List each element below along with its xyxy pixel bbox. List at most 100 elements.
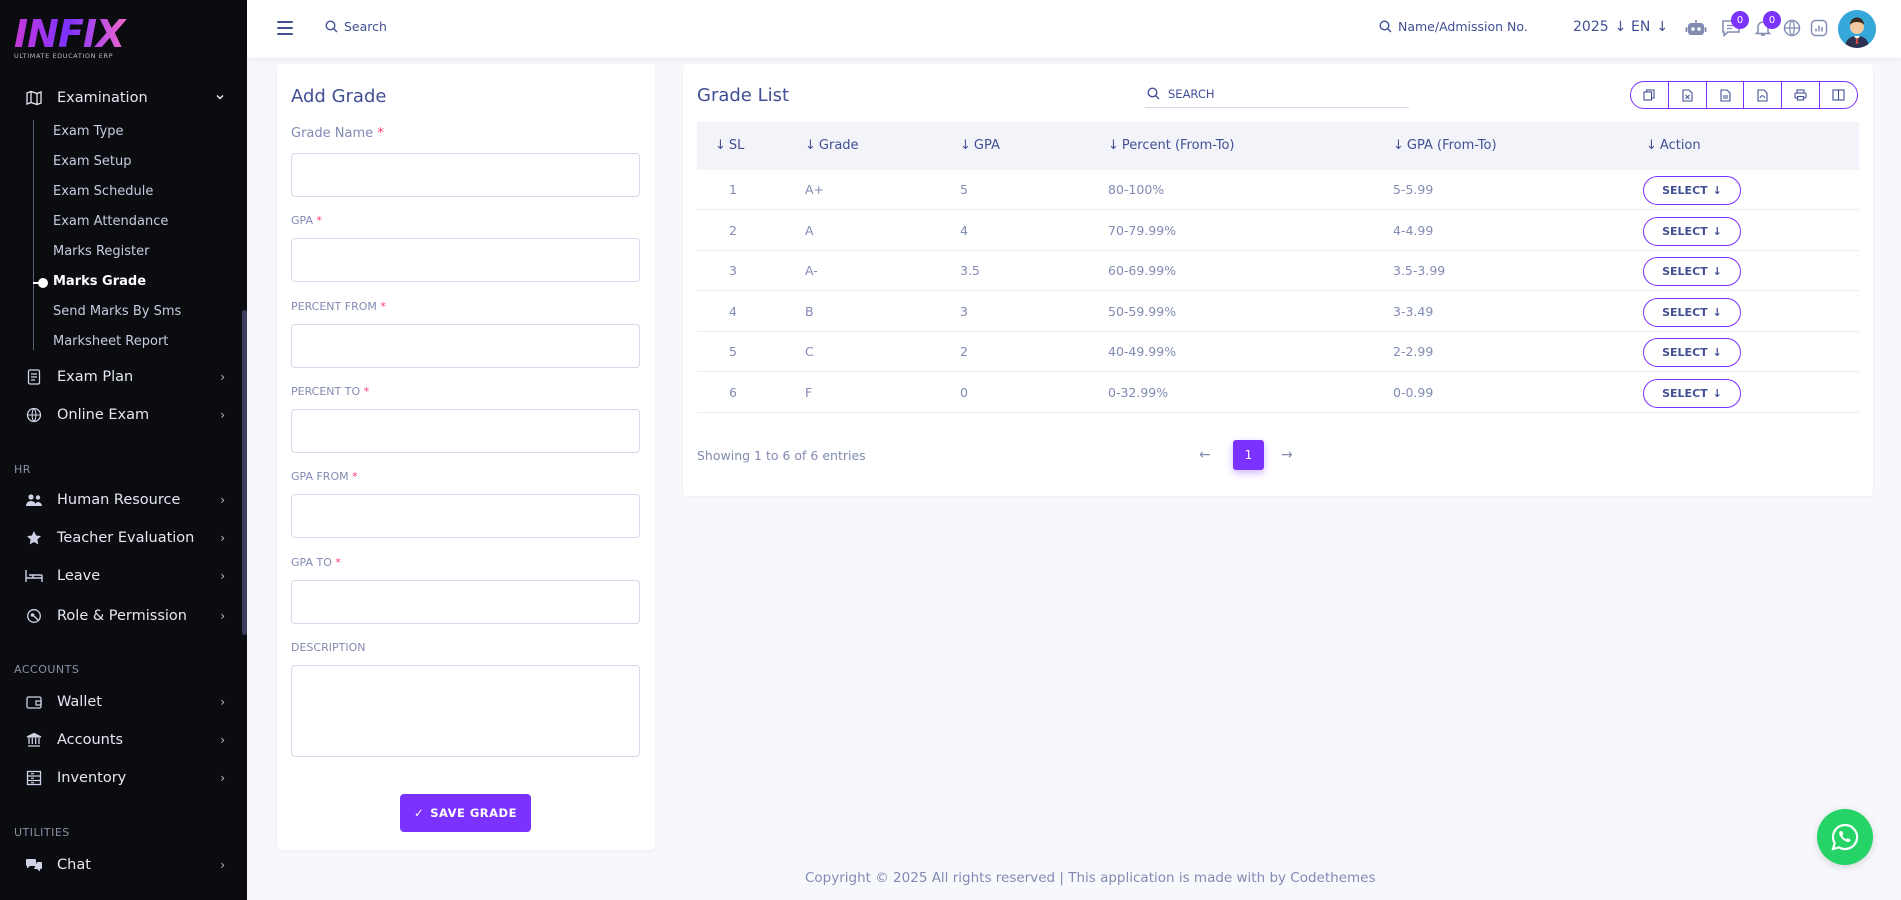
next-page-arrow-icon[interactable]: → bbox=[1281, 447, 1293, 463]
whatsapp-icon[interactable] bbox=[1817, 809, 1873, 865]
sidebar-item-examination[interactable]: Examination bbox=[0, 83, 247, 113]
table-row: 1 A+ 5 80-100% 5-5.99 SELECT ↓ bbox=[697, 170, 1859, 210]
sidebar-scrollbar[interactable] bbox=[242, 310, 247, 635]
sidebar-item-leave[interactable]: Leave › bbox=[0, 561, 247, 591]
cell-sl: 2 bbox=[729, 222, 737, 238]
app-logo[interactable]: INFIX ULTIMATE EDUCATION ERP bbox=[14, 14, 134, 66]
sidebar: INFIX ULTIMATE EDUCATION ERP Examination… bbox=[0, 0, 247, 900]
column-header-label: GPA (From-To) bbox=[1406, 138, 1497, 153]
column-header-label: Percent (From-To) bbox=[1121, 138, 1235, 153]
sidebar-item-online-exam[interactable]: Online Exam › bbox=[0, 400, 247, 430]
description-textarea[interactable] bbox=[291, 665, 640, 757]
sidebar-subitem-exam-schedule[interactable]: Exam Schedule bbox=[53, 184, 153, 199]
grade-list-card: Grade List SEARCH ↓ SL ↓ Grade ↓ GPA ↓ Perce… bbox=[683, 64, 1873, 496]
description-label: DESCRIPTION bbox=[291, 641, 366, 654]
required-mark: * bbox=[335, 556, 341, 569]
pdf-file-icon[interactable] bbox=[1744, 82, 1783, 108]
required-mark: * bbox=[363, 385, 370, 398]
cell-percent: 0-32.99% bbox=[1108, 384, 1169, 400]
select-action-label: SELECT bbox=[1662, 305, 1708, 319]
sidebar-subitem-marks-register[interactable]: Marks Register bbox=[53, 244, 149, 259]
save-grade-label: SAVE GRADE bbox=[430, 806, 517, 820]
excel-file-icon[interactable] bbox=[1669, 82, 1707, 108]
export-toolbar bbox=[1630, 81, 1858, 109]
robot-icon[interactable] bbox=[1685, 17, 1707, 39]
user-avatar[interactable] bbox=[1838, 10, 1876, 48]
grade-name-input[interactable] bbox=[291, 153, 640, 197]
csv-file-icon[interactable] bbox=[1707, 82, 1745, 108]
column-header-gpa[interactable]: ↓ GPA bbox=[960, 138, 1000, 153]
table-row: 4 B 3 50-59.99% 3-3.49 SELECT ↓ bbox=[697, 292, 1859, 332]
sidebar-subitem-exam-setup[interactable]: Exam Setup bbox=[53, 154, 132, 169]
search-icon bbox=[325, 20, 338, 33]
select-action-button[interactable]: SELECT ↓ bbox=[1643, 297, 1741, 327]
select-action-button[interactable]: SELECT ↓ bbox=[1643, 378, 1741, 408]
sidebar-item-wallet[interactable]: Wallet › bbox=[0, 687, 247, 717]
sidebar-item-exam-plan[interactable]: Exam Plan › bbox=[0, 362, 247, 392]
cell-gpa: 2 bbox=[960, 344, 968, 359]
sidebar-subitem-marks-grade[interactable]: Marks Grade bbox=[53, 274, 146, 289]
sidebar-item-teacher-evaluation[interactable]: Teacher Evaluation › bbox=[0, 523, 247, 553]
percent-from-input[interactable] bbox=[291, 324, 640, 368]
sidebar-subitem-send-marks-by-sms[interactable]: Send Marks By Sms bbox=[53, 304, 181, 319]
messages-count-badge: 0 bbox=[1731, 11, 1749, 29]
sidebar-subitem-marksheet-report[interactable]: Marksheet Report bbox=[53, 334, 168, 349]
previous-page-arrow-icon[interactable]: ← bbox=[1199, 447, 1211, 463]
gpa-input[interactable] bbox=[291, 238, 640, 282]
language-selector[interactable]: EN ↓ bbox=[1631, 19, 1668, 35]
messages-icon[interactable]: 0 bbox=[1720, 11, 1749, 39]
copy-icon[interactable] bbox=[1631, 82, 1669, 108]
column-header-action[interactable]: ↓ Action bbox=[1646, 138, 1701, 153]
hamburger-menu-icon[interactable] bbox=[277, 21, 293, 35]
column-header-label: Action bbox=[1659, 138, 1701, 153]
sidebar-item-label: Chat bbox=[57, 857, 91, 873]
select-action-button[interactable]: SELECT ↓ bbox=[1643, 338, 1741, 367]
sidebar-item-label: Exam Plan bbox=[57, 369, 134, 385]
cell-gpa: 3 bbox=[960, 303, 968, 319]
global-search[interactable]: Search bbox=[325, 19, 387, 34]
column-header-gpa-range[interactable]: ↓ GPA (From-To) bbox=[1393, 138, 1497, 153]
column-header-percent[interactable]: ↓ Percent (From-To) bbox=[1108, 138, 1235, 153]
shield-key-icon bbox=[24, 606, 44, 626]
grade-list-search[interactable]: SEARCH bbox=[1145, 80, 1409, 108]
gpa-to-input[interactable] bbox=[291, 580, 640, 624]
sidebar-item-label: Leave bbox=[57, 568, 101, 584]
chevron-down-icon bbox=[215, 91, 225, 105]
cell-gpa-range: 3.5-3.99 bbox=[1393, 263, 1446, 278]
sidebar-item-label: Inventory bbox=[57, 770, 127, 786]
cell-sl: 4 bbox=[729, 303, 737, 319]
chevron-right-icon: › bbox=[220, 858, 225, 872]
sidebar-item-inventory[interactable]: Inventory › bbox=[0, 763, 247, 793]
arrow-down-icon: ↓ bbox=[1712, 265, 1722, 278]
year-selector[interactable]: 2025 ↓ bbox=[1573, 19, 1626, 35]
analytics-icon[interactable] bbox=[1808, 17, 1830, 39]
sidebar-item-human-resource[interactable]: Human Resource › bbox=[0, 485, 247, 515]
cell-sl: 5 bbox=[729, 344, 737, 359]
percent-from-label-text: PERCENT FROM bbox=[291, 300, 377, 313]
percent-to-input[interactable] bbox=[291, 409, 640, 453]
select-action-button[interactable]: SELECT ↓ bbox=[1643, 216, 1741, 246]
sidebar-item-accounts[interactable]: Accounts › bbox=[0, 725, 247, 755]
sidebar-subitem-exam-attendance[interactable]: Exam Attendance bbox=[53, 214, 168, 229]
notification-bell-icon[interactable]: 0 bbox=[1752, 11, 1781, 39]
sidebar-subitem-exam-type[interactable]: Exam Type bbox=[53, 124, 124, 139]
gpa-from-input[interactable] bbox=[291, 494, 640, 538]
column-header-sl[interactable]: ↓ SL bbox=[715, 138, 744, 153]
column-header-grade[interactable]: ↓ Grade bbox=[805, 138, 859, 153]
sidebar-item-role-permission[interactable]: Role & Permission › bbox=[0, 601, 247, 631]
student-search[interactable]: Name/Admission No. bbox=[1379, 19, 1528, 34]
select-action-button[interactable]: SELECT ↓ bbox=[1643, 176, 1741, 205]
save-grade-button[interactable]: ✓ SAVE GRADE bbox=[400, 794, 531, 832]
website-globe-icon[interactable] bbox=[1781, 17, 1803, 39]
cell-gpa: 5 bbox=[960, 182, 968, 197]
sidebar-item-label: Human Resource bbox=[57, 492, 181, 508]
columns-icon[interactable] bbox=[1820, 82, 1857, 108]
arrow-down-icon: ↓ bbox=[1712, 305, 1722, 319]
select-action-label: SELECT bbox=[1662, 346, 1708, 359]
required-mark: * bbox=[377, 126, 384, 141]
page-number-button[interactable]: 1 bbox=[1233, 440, 1264, 470]
sidebar-item-chat[interactable]: Chat › bbox=[0, 850, 247, 880]
print-icon[interactable] bbox=[1782, 82, 1821, 108]
select-action-button[interactable]: SELECT ↓ bbox=[1643, 257, 1741, 286]
cell-sl: 6 bbox=[729, 384, 737, 400]
